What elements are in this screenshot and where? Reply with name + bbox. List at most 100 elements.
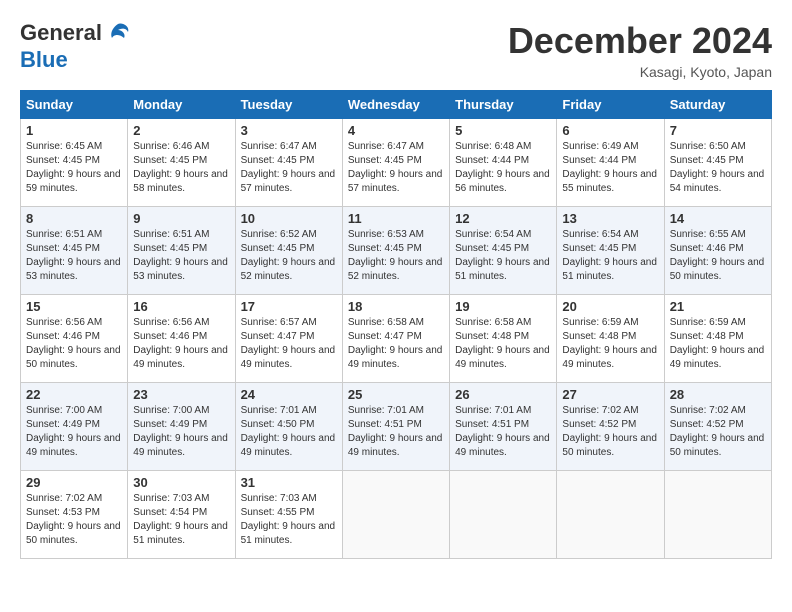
weekday-header: Sunday [21,91,128,119]
day-info: Sunrise: 6:47 AM Sunset: 4:45 PM Dayligh… [348,140,444,196]
day-info: Sunrise: 6:48 AM Sunset: 4:44 PM Dayligh… [455,140,551,196]
logo: General Blue [20,20,132,72]
calendar-cell: 10 Sunrise: 6:52 AM Sunset: 4:45 PM Dayl… [235,207,342,295]
day-number: 20 [562,299,658,314]
calendar-cell: 6 Sunrise: 6:49 AM Sunset: 4:44 PM Dayli… [557,119,664,207]
day-number: 21 [670,299,766,314]
weekday-header: Tuesday [235,91,342,119]
title-block: December 2024 Kasagi, Kyoto, Japan [508,20,772,80]
calendar-week-row: 1 Sunrise: 6:45 AM Sunset: 4:45 PM Dayli… [21,119,772,207]
day-number: 5 [455,123,551,138]
calendar-cell [557,471,664,559]
day-number: 10 [241,211,337,226]
calendar-cell: 17 Sunrise: 6:57 AM Sunset: 4:47 PM Dayl… [235,295,342,383]
day-info: Sunrise: 7:01 AM Sunset: 4:51 PM Dayligh… [348,404,444,460]
calendar-cell: 23 Sunrise: 7:00 AM Sunset: 4:49 PM Dayl… [128,383,235,471]
day-info: Sunrise: 6:54 AM Sunset: 4:45 PM Dayligh… [562,228,658,284]
calendar-cell: 16 Sunrise: 6:56 AM Sunset: 4:46 PM Dayl… [128,295,235,383]
day-number: 26 [455,387,551,402]
day-number: 16 [133,299,229,314]
day-number: 4 [348,123,444,138]
day-number: 31 [241,475,337,490]
day-number: 27 [562,387,658,402]
day-number: 9 [133,211,229,226]
calendar-header-row: SundayMondayTuesdayWednesdayThursdayFrid… [21,91,772,119]
day-number: 18 [348,299,444,314]
day-number: 12 [455,211,551,226]
day-info: Sunrise: 6:46 AM Sunset: 4:45 PM Dayligh… [133,140,229,196]
day-number: 19 [455,299,551,314]
day-number: 17 [241,299,337,314]
day-info: Sunrise: 6:47 AM Sunset: 4:45 PM Dayligh… [241,140,337,196]
day-info: Sunrise: 7:00 AM Sunset: 4:49 PM Dayligh… [133,404,229,460]
calendar-cell: 14 Sunrise: 6:55 AM Sunset: 4:46 PM Dayl… [664,207,771,295]
day-info: Sunrise: 7:03 AM Sunset: 4:55 PM Dayligh… [241,492,337,548]
calendar-cell: 29 Sunrise: 7:02 AM Sunset: 4:53 PM Dayl… [21,471,128,559]
day-number: 6 [562,123,658,138]
day-info: Sunrise: 6:51 AM Sunset: 4:45 PM Dayligh… [26,228,122,284]
calendar-cell: 27 Sunrise: 7:02 AM Sunset: 4:52 PM Dayl… [557,383,664,471]
day-number: 24 [241,387,337,402]
weekday-header: Monday [128,91,235,119]
day-info: Sunrise: 6:57 AM Sunset: 4:47 PM Dayligh… [241,316,337,372]
calendar-cell: 18 Sunrise: 6:58 AM Sunset: 4:47 PM Dayl… [342,295,449,383]
weekday-header: Thursday [450,91,557,119]
day-info: Sunrise: 6:59 AM Sunset: 4:48 PM Dayligh… [670,316,766,372]
calendar-cell: 31 Sunrise: 7:03 AM Sunset: 4:55 PM Dayl… [235,471,342,559]
calendar-cell [342,471,449,559]
calendar-cell: 30 Sunrise: 7:03 AM Sunset: 4:54 PM Dayl… [128,471,235,559]
calendar-cell: 25 Sunrise: 7:01 AM Sunset: 4:51 PM Dayl… [342,383,449,471]
calendar-cell: 3 Sunrise: 6:47 AM Sunset: 4:45 PM Dayli… [235,119,342,207]
calendar-cell: 28 Sunrise: 7:02 AM Sunset: 4:52 PM Dayl… [664,383,771,471]
calendar-cell: 11 Sunrise: 6:53 AM Sunset: 4:45 PM Dayl… [342,207,449,295]
day-number: 3 [241,123,337,138]
calendar-cell: 15 Sunrise: 6:56 AM Sunset: 4:46 PM Dayl… [21,295,128,383]
calendar-week-row: 15 Sunrise: 6:56 AM Sunset: 4:46 PM Dayl… [21,295,772,383]
day-number: 23 [133,387,229,402]
calendar-cell: 13 Sunrise: 6:54 AM Sunset: 4:45 PM Dayl… [557,207,664,295]
day-number: 29 [26,475,122,490]
calendar-cell: 2 Sunrise: 6:46 AM Sunset: 4:45 PM Dayli… [128,119,235,207]
calendar-cell: 8 Sunrise: 6:51 AM Sunset: 4:45 PM Dayli… [21,207,128,295]
day-info: Sunrise: 6:59 AM Sunset: 4:48 PM Dayligh… [562,316,658,372]
day-number: 28 [670,387,766,402]
calendar-cell [664,471,771,559]
location: Kasagi, Kyoto, Japan [508,64,772,80]
day-number: 25 [348,387,444,402]
day-info: Sunrise: 7:02 AM Sunset: 4:52 PM Dayligh… [562,404,658,460]
weekday-header: Wednesday [342,91,449,119]
calendar-cell: 1 Sunrise: 6:45 AM Sunset: 4:45 PM Dayli… [21,119,128,207]
day-info: Sunrise: 7:01 AM Sunset: 4:51 PM Dayligh… [455,404,551,460]
day-info: Sunrise: 7:02 AM Sunset: 4:53 PM Dayligh… [26,492,122,548]
day-info: Sunrise: 6:50 AM Sunset: 4:45 PM Dayligh… [670,140,766,196]
calendar-cell: 19 Sunrise: 6:58 AM Sunset: 4:48 PM Dayl… [450,295,557,383]
day-info: Sunrise: 6:49 AM Sunset: 4:44 PM Dayligh… [562,140,658,196]
day-info: Sunrise: 6:53 AM Sunset: 4:45 PM Dayligh… [348,228,444,284]
day-info: Sunrise: 6:52 AM Sunset: 4:45 PM Dayligh… [241,228,337,284]
day-info: Sunrise: 7:00 AM Sunset: 4:49 PM Dayligh… [26,404,122,460]
day-number: 8 [26,211,122,226]
logo-text: General Blue [20,20,132,72]
day-info: Sunrise: 6:55 AM Sunset: 4:46 PM Dayligh… [670,228,766,284]
day-info: Sunrise: 6:45 AM Sunset: 4:45 PM Dayligh… [26,140,122,196]
header: General Blue December 2024 Kasagi, Kyoto… [20,20,772,80]
calendar-table: SundayMondayTuesdayWednesdayThursdayFrid… [20,90,772,559]
calendar-cell: 9 Sunrise: 6:51 AM Sunset: 4:45 PM Dayli… [128,207,235,295]
day-info: Sunrise: 6:58 AM Sunset: 4:47 PM Dayligh… [348,316,444,372]
day-info: Sunrise: 6:54 AM Sunset: 4:45 PM Dayligh… [455,228,551,284]
day-number: 2 [133,123,229,138]
day-number: 14 [670,211,766,226]
month-title: December 2024 [508,20,772,62]
calendar-cell: 24 Sunrise: 7:01 AM Sunset: 4:50 PM Dayl… [235,383,342,471]
calendar-week-row: 29 Sunrise: 7:02 AM Sunset: 4:53 PM Dayl… [21,471,772,559]
weekday-header: Saturday [664,91,771,119]
day-info: Sunrise: 7:01 AM Sunset: 4:50 PM Dayligh… [241,404,337,460]
day-info: Sunrise: 6:58 AM Sunset: 4:48 PM Dayligh… [455,316,551,372]
calendar-cell: 22 Sunrise: 7:00 AM Sunset: 4:49 PM Dayl… [21,383,128,471]
day-number: 1 [26,123,122,138]
day-number: 22 [26,387,122,402]
weekday-header: Friday [557,91,664,119]
calendar-cell: 20 Sunrise: 6:59 AM Sunset: 4:48 PM Dayl… [557,295,664,383]
day-number: 13 [562,211,658,226]
calendar-cell: 4 Sunrise: 6:47 AM Sunset: 4:45 PM Dayli… [342,119,449,207]
